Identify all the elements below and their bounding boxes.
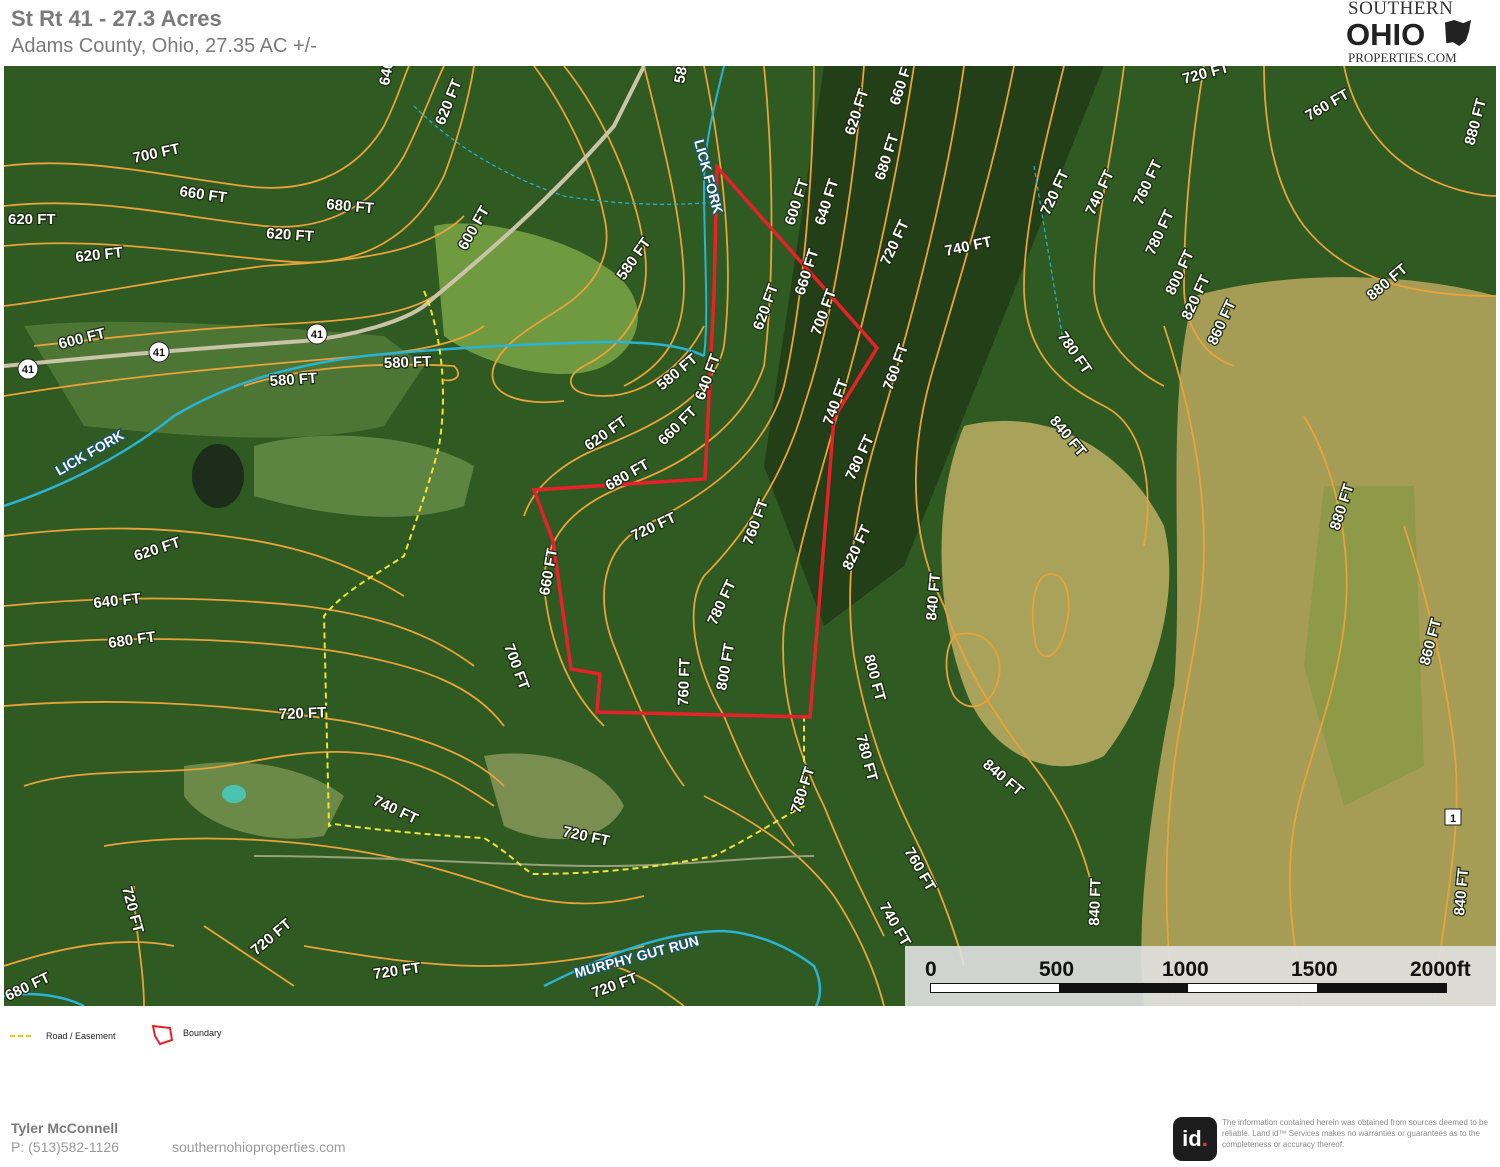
map-title: St Rt 41 - 27.3 Acres	[11, 6, 222, 31]
road-easement-swatch-icon	[10, 1035, 34, 1037]
scale-tick-label: 1000	[1162, 958, 1209, 981]
logo-line-2: OHIO	[1346, 17, 1426, 52]
contour-label: 580 FT	[384, 353, 432, 372]
pool	[222, 785, 246, 803]
scale-track	[930, 983, 1447, 993]
route-41-shield-a: 41	[306, 323, 328, 345]
scale-segment	[1188, 984, 1317, 992]
land-id-dot-icon: .	[1201, 1126, 1208, 1151]
route-41-label: 41	[311, 329, 323, 341]
contour-label: 620 FT	[266, 225, 315, 245]
agent-name: Tyler McConnell	[11, 1120, 119, 1136]
legend-boundary-label: Boundary	[183, 1028, 222, 1038]
map-canvas: 41 41 41 1 700 FT 660 FT 680 FT 620 FT 6…	[4, 66, 1496, 1006]
scale-bar: 0 500 1000 1500 2000ft	[905, 946, 1496, 1006]
route-41-label: 41	[153, 347, 165, 359]
route-41-shield-b: 41	[148, 341, 170, 363]
route-1-label: 1	[1450, 813, 1456, 825]
pond	[192, 444, 244, 508]
scale-tick-label: 2000ft	[1410, 958, 1471, 981]
website-link[interactable]: southernohioproperties.com	[172, 1139, 346, 1155]
agent-phone[interactable]: P: (513)582-1126	[11, 1139, 119, 1155]
land-id-logo[interactable]: id.	[1173, 1117, 1217, 1161]
scale-tick-label: 0	[925, 958, 937, 981]
scale-segment	[1317, 984, 1446, 992]
legend-boundary: Boundary	[150, 1022, 250, 1046]
boundary-swatch-icon	[151, 1024, 174, 1046]
logo-line-3: PROPERTIES.COM	[1348, 50, 1457, 65]
contour-label: 620 FT	[8, 211, 56, 228]
contour-label: 840 FT	[1086, 878, 1105, 926]
scale-segment	[931, 984, 1059, 992]
scale-segment	[1059, 984, 1188, 992]
legend-road-label: Road / Easement	[46, 1031, 116, 1041]
legend-road-easement: Road / Easement	[10, 1022, 140, 1046]
scale-tick-label: 500	[1039, 958, 1075, 981]
brand-logo[interactable]: SOUTHERN OHIO PROPERTIES.COM	[1330, 0, 1490, 66]
map-subtitle: Adams County, Ohio, 27.35 AC +/-	[11, 35, 317, 57]
topo-map[interactable]: 41 41 41 1 700 FT 660 FT 680 FT 620 FT 6…	[4, 66, 1496, 1006]
route-1-shield: 1	[1444, 808, 1462, 826]
route-41-shield-c: 41	[17, 358, 39, 380]
scale-tick-label: 1500	[1291, 958, 1338, 981]
route-41-label: 41	[22, 364, 34, 376]
land-id-logo-text: id	[1182, 1126, 1202, 1151]
contour-label: 580 FT	[269, 370, 318, 390]
disclaimer-text: The information contained herein was obt…	[1222, 1118, 1488, 1149]
ohio-state-icon	[1445, 20, 1471, 46]
contour-label: 720 FT	[279, 704, 327, 723]
contour-label: 760 FT	[675, 658, 694, 706]
